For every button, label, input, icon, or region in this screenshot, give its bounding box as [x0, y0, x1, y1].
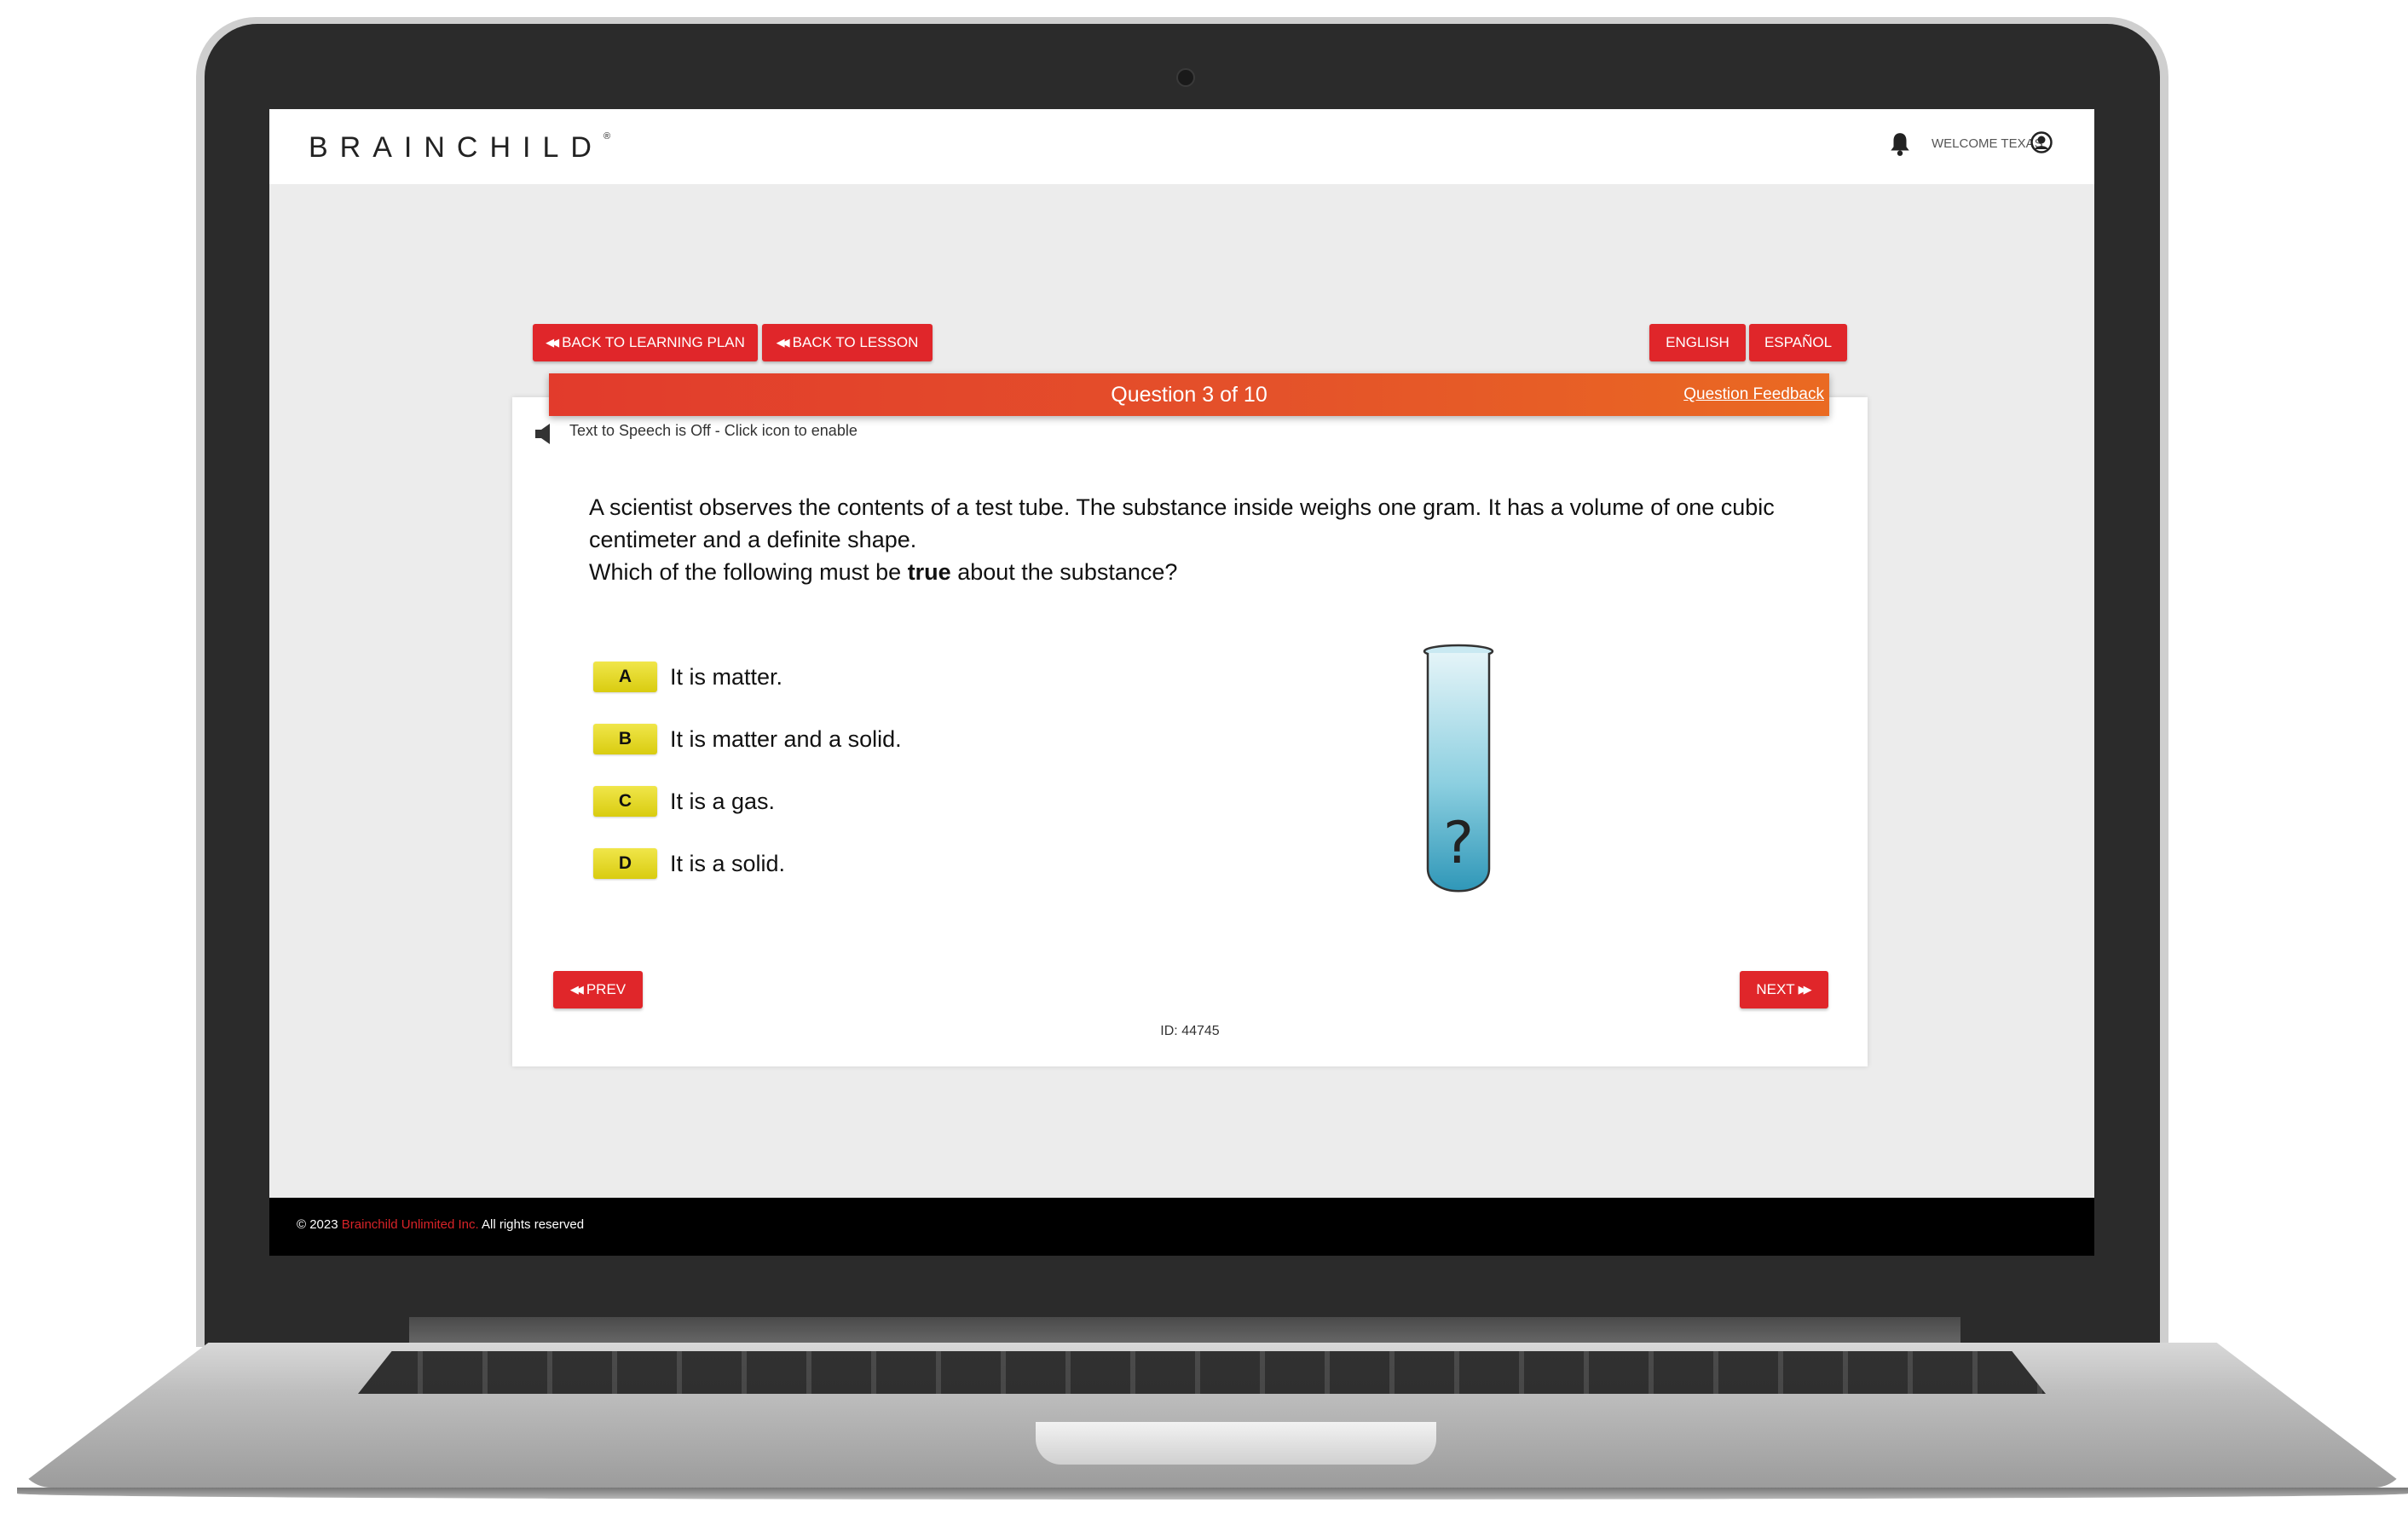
question-text: A scientist observes the contents of a t… [589, 491, 1808, 588]
laptop-foot [17, 1488, 2408, 1500]
camera-icon [1176, 68, 1195, 87]
registered-mark: ® [603, 131, 611, 142]
choice-letter-badge[interactable]: A [593, 662, 657, 692]
espanol-button[interactable]: ESPAÑOL [1749, 324, 1847, 361]
double-left-arrow-icon: ◀◀ [569, 983, 584, 996]
next-label: NEXT [1756, 981, 1795, 997]
footer-text: © 2023 Brainchild Unlimited Inc. All rig… [297, 1217, 584, 1232]
bell-icon[interactable] [1889, 131, 1911, 157]
text-to-speech-status: Text to Speech is Off - Click icon to en… [569, 422, 858, 439]
prev-label: PREV [586, 981, 627, 997]
choice-text[interactable]: It is matter and a solid. [670, 726, 902, 753]
speaker-icon[interactable] [534, 421, 556, 447]
question-prompt: Which of the following must be true abou… [589, 556, 1808, 588]
back-to-lesson-label: BACK TO LESSON [792, 334, 919, 350]
question-id: ID: 44745 [1160, 1024, 1220, 1038]
choice-letter-badge[interactable]: D [593, 848, 657, 879]
double-left-arrow-icon: ◀◀ [546, 336, 559, 349]
laptop-hinge [409, 1317, 1960, 1347]
brand-link[interactable]: Brainchild Unlimited Inc. [342, 1217, 479, 1232]
back-to-learning-plan-label: BACK TO LEARNING PLAN [562, 334, 745, 350]
next-button[interactable]: NEXT ▶▶ [1740, 971, 1828, 1008]
question-mark-label: ? [1443, 810, 1474, 877]
top-bar: BRAINCHILD® WELCOME TEXAS [269, 109, 2094, 184]
prev-button[interactable]: ◀◀ PREV [553, 971, 643, 1008]
question-prompt-start: Which of the following must be [589, 559, 908, 585]
choice-c[interactable]: C It is a gas. [593, 784, 775, 818]
back-to-lesson-button[interactable]: ◀◀ BACK TO LESSON [762, 324, 933, 361]
brainchild-logo[interactable]: BRAINCHILD® [309, 131, 610, 165]
double-right-arrow-icon: ▶▶ [1798, 983, 1812, 996]
question-header: Question 3 of 10 Question Feedback [549, 373, 1829, 416]
question-stem: A scientist observes the contents of a t… [589, 494, 1775, 552]
question-prompt-end: about the substance? [950, 559, 1178, 585]
choice-letter-badge[interactable]: C [593, 786, 657, 817]
choice-letter-badge[interactable]: B [593, 724, 657, 754]
english-button[interactable]: ENGLISH [1649, 324, 1746, 361]
question-counter: Question 3 of 10 [1111, 383, 1268, 407]
choice-text[interactable]: It is a gas. [670, 789, 775, 815]
question-feedback-link[interactable]: Question Feedback [1683, 373, 1824, 416]
question-prompt-emphasis: true [907, 559, 951, 585]
choice-text[interactable]: It is a solid. [670, 851, 785, 877]
copyright-year: © 2023 [297, 1217, 338, 1232]
laptop-lip-notch [1036, 1422, 1436, 1465]
espanol-label: ESPAÑOL [1764, 334, 1833, 350]
rights-text: All rights reserved [482, 1217, 585, 1232]
logo-text: BRAINCHILD [309, 131, 603, 164]
user-profile-icon[interactable] [2030, 131, 2053, 153]
footer: © 2023 Brainchild Unlimited Inc. All rig… [269, 1198, 2094, 1256]
double-left-arrow-icon: ◀◀ [776, 336, 790, 349]
choice-text[interactable]: It is matter. [670, 664, 782, 691]
welcome-text: WELCOME TEXAS [1932, 136, 2043, 151]
choice-a[interactable]: A It is matter. [593, 660, 782, 694]
test-tube-image: ? [1423, 644, 1494, 893]
choice-b[interactable]: B It is matter and a solid. [593, 722, 902, 756]
choice-d[interactable]: D It is a solid. [593, 847, 785, 881]
english-label: ENGLISH [1666, 334, 1729, 350]
screen: BRAINCHILD® WELCOME TEXAS ◀◀ BACK TO LEA… [269, 109, 2094, 1256]
laptop-keyboard [358, 1351, 2046, 1394]
back-to-learning-plan-button[interactable]: ◀◀ BACK TO LEARNING PLAN [533, 324, 758, 361]
